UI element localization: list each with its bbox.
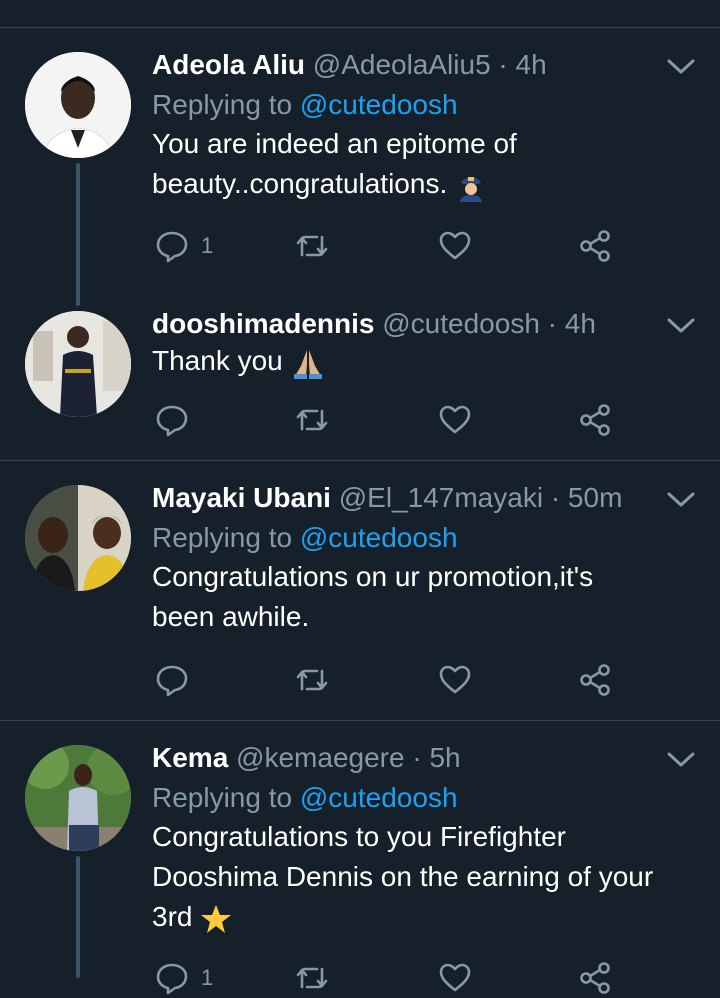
like-button[interactable] <box>438 958 472 998</box>
replying-to: Replying to @cutedoosh <box>152 522 458 553</box>
reply-count: 1 <box>201 965 214 990</box>
display-name[interactable]: Adeola Aliu <box>152 49 305 80</box>
reply-icon <box>156 665 188 697</box>
reply-button[interactable]: 1 <box>155 226 213 266</box>
share-button[interactable] <box>578 660 612 700</box>
share-button[interactable] <box>578 226 612 266</box>
divider <box>0 460 720 461</box>
reply-button[interactable]: 1 <box>155 958 213 998</box>
retweet-icon <box>296 967 328 989</box>
handle[interactable]: @El_147mayaki <box>339 482 543 513</box>
avatar-photo <box>25 311 131 417</box>
tweet-header: Kema @kemaegere · 5h <box>152 741 692 775</box>
star-icon <box>201 904 232 933</box>
tweet-header: dooshimadennis @cutedoosh · 4h <box>152 307 692 341</box>
handle[interactable]: @cutedoosh <box>382 308 540 339</box>
chevron-down-icon[interactable] <box>664 487 698 511</box>
thread-line <box>76 163 80 306</box>
avatar[interactable] <box>25 745 131 851</box>
handle[interactable]: @AdeolaAliu5 <box>313 49 491 80</box>
retweet-button[interactable] <box>295 958 329 998</box>
divider <box>0 720 720 721</box>
avatar-photo <box>25 485 131 591</box>
retweet-icon <box>296 409 328 431</box>
reply-count: 1 <box>201 233 214 258</box>
thread-line <box>76 856 80 978</box>
timestamp[interactable]: · 50m <box>551 482 623 513</box>
share-icon <box>580 664 610 696</box>
retweet-icon <box>296 235 328 257</box>
share-icon <box>580 962 610 994</box>
share-icon <box>580 230 610 262</box>
avatar[interactable] <box>25 485 131 591</box>
reply-button[interactable] <box>155 400 201 440</box>
reply-button[interactable] <box>155 660 201 700</box>
mention-link[interactable]: @cutedoosh <box>300 782 458 813</box>
chevron-down-icon[interactable] <box>664 313 698 337</box>
heart-icon <box>439 963 471 992</box>
reply-icon <box>156 963 188 995</box>
timestamp[interactable]: · 4h <box>498 49 546 80</box>
police-officer-icon <box>460 176 483 202</box>
retweet-button[interactable] <box>295 400 329 440</box>
like-button[interactable] <box>438 400 472 440</box>
handle[interactable]: @kemaegere <box>236 742 405 773</box>
display-name[interactable]: Kema <box>152 742 228 773</box>
tweet-text: Thank you <box>152 341 692 381</box>
mention-link[interactable]: @cutedoosh <box>300 522 458 553</box>
replying-to: Replying to @cutedoosh <box>152 89 458 120</box>
like-button[interactable] <box>438 226 472 266</box>
divider <box>0 27 720 28</box>
timestamp[interactable]: · 5h <box>412 742 460 773</box>
avatar[interactable] <box>25 52 131 158</box>
tweet-header: Adeola Aliu @AdeolaAliu5 · 4h <box>152 48 692 82</box>
replying-to: Replying to @cutedoosh <box>152 782 458 813</box>
heart-icon <box>439 231 471 260</box>
retweet-button[interactable] <box>295 226 329 266</box>
tweet-header: Mayaki Ubani @El_147mayaki · 50m <box>152 481 692 515</box>
folded-hands-icon <box>293 349 322 379</box>
reply-icon <box>156 231 188 263</box>
retweet-icon <box>296 669 328 691</box>
timestamp[interactable]: · 4h <box>548 308 596 339</box>
reply-icon <box>156 405 188 437</box>
avatar-photo <box>25 52 131 158</box>
share-button[interactable] <box>578 958 612 998</box>
avatar-photo <box>25 745 131 851</box>
display-name[interactable]: Mayaki Ubani <box>152 482 331 513</box>
tweet-text: Congratulations on ur promotion,it's bee… <box>152 561 594 632</box>
heart-icon <box>439 405 471 434</box>
chevron-down-icon[interactable] <box>664 54 698 78</box>
avatar[interactable] <box>25 311 131 417</box>
display-name[interactable]: dooshimadennis <box>152 308 374 339</box>
like-button[interactable] <box>438 660 472 700</box>
heart-icon <box>439 665 471 694</box>
tweet-text: Congratulations to you Firefighter Doosh… <box>152 817 692 937</box>
mention-link[interactable]: @cutedoosh <box>300 89 458 120</box>
retweet-button[interactable] <box>295 660 329 700</box>
tweet-text: You are indeed an epitome of beauty..con… <box>152 124 552 204</box>
share-button[interactable] <box>578 400 612 440</box>
chevron-down-icon[interactable] <box>664 747 698 771</box>
share-icon <box>580 404 610 436</box>
